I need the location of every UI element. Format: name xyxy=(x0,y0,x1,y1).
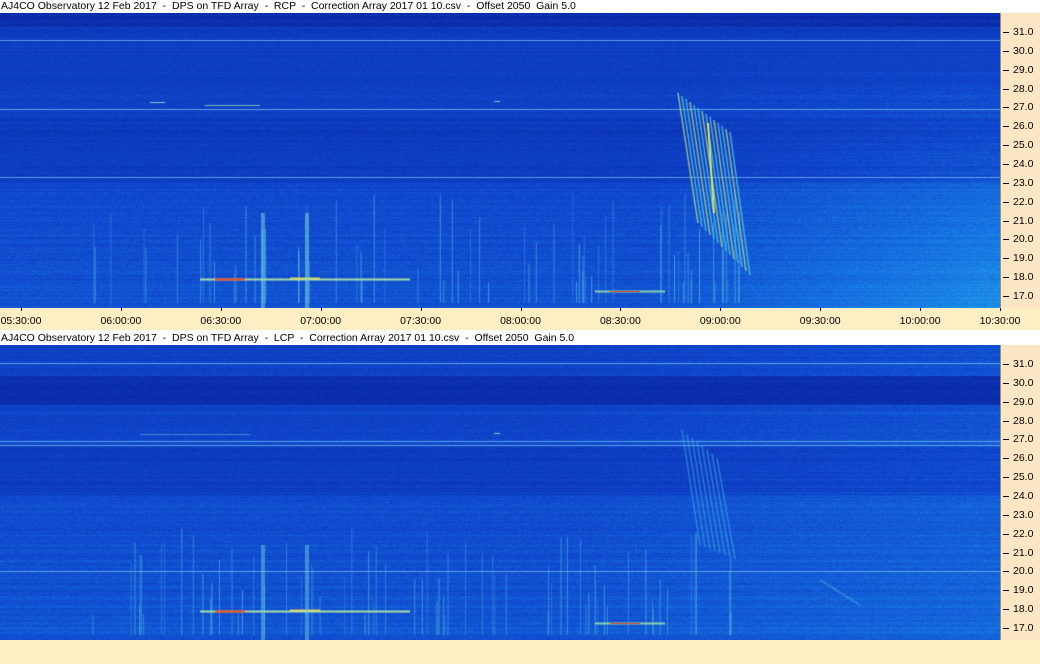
y-tick-label: 29.0 xyxy=(1013,395,1034,408)
lcp-time-axis xyxy=(0,640,1040,664)
x-tick-label: 06:00:00 xyxy=(100,315,142,327)
y-tick-label: 26.0 xyxy=(1013,452,1034,465)
x-tick xyxy=(520,308,522,311)
y-tick xyxy=(1003,458,1009,460)
y-tick-label: 19.0 xyxy=(1013,584,1034,597)
y-tick-label: 17.0 xyxy=(1013,622,1034,635)
y-tick-label: 31.0 xyxy=(1013,26,1034,38)
x-tick-label: 10:30:00 xyxy=(979,315,1021,327)
y-tick-label: 22.0 xyxy=(1013,527,1034,540)
x-tick xyxy=(920,308,922,311)
x-tick xyxy=(120,308,122,311)
y-tick xyxy=(1003,364,1009,365)
x-tick-label: 08:30:00 xyxy=(599,315,641,327)
y-tick xyxy=(1003,590,1009,592)
x-tick xyxy=(21,308,22,311)
lcp-panel-title: AJ4CO Observatory 12 Feb 2017 - DPS on T… xyxy=(0,332,1040,345)
x-tick-label: 05:30:00 xyxy=(0,315,42,327)
x-tick xyxy=(420,308,422,311)
y-tick xyxy=(1003,220,1009,222)
y-tick xyxy=(1003,609,1009,611)
y-tick-label: 23.0 xyxy=(1013,508,1034,521)
rcp-spectrogram[interactable] xyxy=(0,13,1000,308)
y-tick-label: 19.0 xyxy=(1013,252,1034,265)
x-tick-label: 08:00:00 xyxy=(500,315,541,327)
lcp-frequency-axis: 31.0 30.0 29.0 28.0 27.0 26.0 25.0 24.0 23.0 22.0… xyxy=(1000,345,1040,640)
y-tick xyxy=(1003,201,1009,203)
rcp-frequency-axis: 31.0 30.0 29.0 28.0 27.0 26.0 25.0 24.0 23.0 22.0… xyxy=(1000,13,1040,308)
y-tick xyxy=(1003,164,1009,166)
y-tick xyxy=(1003,514,1009,516)
lcp-spectrogram[interactable] xyxy=(0,345,1000,640)
y-tick-label: 30.0 xyxy=(1013,44,1034,57)
y-tick-label: 28.0 xyxy=(1013,82,1034,95)
lcp-spectrogram-canvas xyxy=(0,345,1000,640)
y-tick-label: 29.0 xyxy=(1013,63,1034,76)
x-tick xyxy=(320,308,322,311)
y-tick-label: 28.0 xyxy=(1013,414,1034,427)
y-tick xyxy=(1003,32,1009,33)
y-tick-label: 25.0 xyxy=(1013,471,1034,484)
y-tick-label: 24.0 xyxy=(1013,158,1034,171)
y-tick-label: 31.0 xyxy=(1013,358,1034,370)
x-tick xyxy=(720,308,722,311)
y-tick xyxy=(1003,420,1009,422)
y-tick xyxy=(1003,552,1009,554)
y-tick xyxy=(1003,50,1009,52)
y-tick-label: 24.0 xyxy=(1013,490,1034,503)
y-tick-label: 27.0 xyxy=(1013,101,1034,114)
y-tick xyxy=(1003,571,1009,573)
y-tick-label: 20.0 xyxy=(1013,233,1034,246)
y-tick xyxy=(1003,401,1009,403)
y-tick xyxy=(1003,182,1009,184)
x-tick-label: 09:30:00 xyxy=(799,315,841,327)
y-tick xyxy=(1003,382,1009,384)
y-tick xyxy=(1003,69,1009,71)
y-tick xyxy=(1003,107,1009,109)
x-tick-label: 09:00:00 xyxy=(699,315,741,327)
x-tick-label: 07:00:00 xyxy=(300,315,342,327)
y-tick xyxy=(1003,239,1009,241)
y-tick xyxy=(1003,296,1009,298)
time-axis: 05:30:00 06:00:00 06:30:00 07:00:00 07:30:00… xyxy=(0,308,1040,330)
y-tick xyxy=(1003,628,1009,630)
x-tick xyxy=(1000,308,1001,311)
rcp-panel-title: AJ4CO Observatory 12 Feb 2017 - DPS on T… xyxy=(0,0,1040,13)
x-tick xyxy=(820,308,822,311)
y-tick xyxy=(1003,258,1009,260)
y-tick xyxy=(1003,277,1009,279)
y-tick xyxy=(1003,496,1009,498)
rcp-spectrogram-canvas xyxy=(0,13,1000,308)
y-tick-label: 17.0 xyxy=(1013,290,1034,303)
y-tick xyxy=(1003,126,1009,128)
y-tick xyxy=(1003,145,1009,147)
x-tick-label: 07:30:00 xyxy=(400,315,442,327)
y-tick-label: 25.0 xyxy=(1013,139,1034,152)
x-tick xyxy=(220,308,222,311)
y-tick xyxy=(1003,88,1009,90)
y-tick xyxy=(1003,533,1009,535)
y-tick-label: 20.0 xyxy=(1013,565,1034,578)
x-tick-label: 10:00:00 xyxy=(899,315,941,327)
y-tick-label: 30.0 xyxy=(1013,376,1034,389)
x-tick-label: 06:30:00 xyxy=(200,315,242,327)
y-tick xyxy=(1003,439,1009,441)
y-tick-label: 21.0 xyxy=(1013,214,1034,227)
y-tick-label: 22.0 xyxy=(1013,195,1034,208)
x-tick xyxy=(620,308,622,311)
y-tick-label: 18.0 xyxy=(1013,271,1034,284)
y-tick-label: 27.0 xyxy=(1013,433,1034,446)
y-tick xyxy=(1003,477,1009,479)
y-tick-label: 23.0 xyxy=(1013,176,1034,189)
y-tick-label: 18.0 xyxy=(1013,603,1034,616)
y-tick-label: 26.0 xyxy=(1013,120,1034,133)
y-tick-label: 21.0 xyxy=(1013,546,1034,559)
